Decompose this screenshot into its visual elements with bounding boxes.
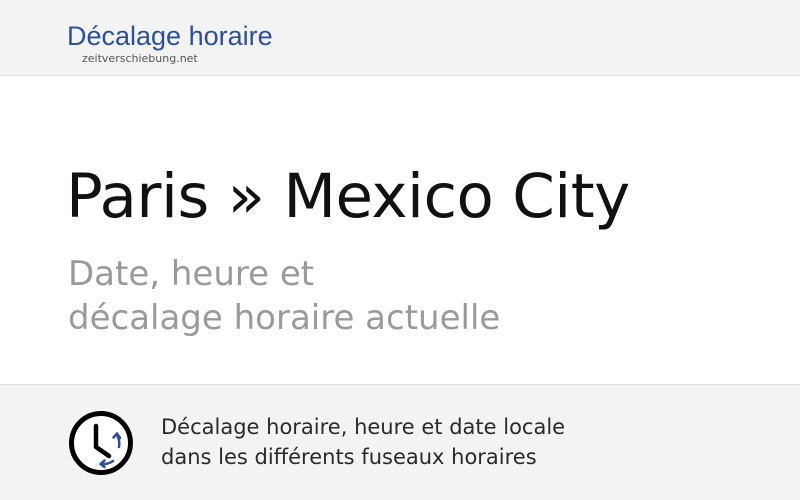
site-header: Décalage horaire zeitverschiebung.net — [0, 0, 800, 76]
clock-icon — [69, 411, 133, 475]
brand-title[interactable]: Décalage horaire — [67, 20, 273, 52]
footer-line-1: Décalage horaire, heure et date locale — [161, 415, 566, 439]
page-title: Paris » Mexico City — [66, 161, 630, 232]
page: Décalage horaire zeitverschiebung.net Pa… — [0, 0, 800, 500]
footer-band: Décalage horaire, heure et date locale d… — [0, 384, 800, 500]
subtitle-line-1: Date, heure et — [68, 254, 315, 294]
footer-line-2: dans les différents fuseaux horaires — [161, 445, 537, 469]
footer-description: Décalage horaire, heure et date locale d… — [161, 412, 565, 472]
subtitle-line-2: décalage horaire actuelle — [68, 298, 501, 338]
page-subtitle: Date, heure et décalage horaire actuelle — [68, 252, 500, 340]
brand-domain[interactable]: zeitverschiebung.net — [82, 52, 198, 66]
